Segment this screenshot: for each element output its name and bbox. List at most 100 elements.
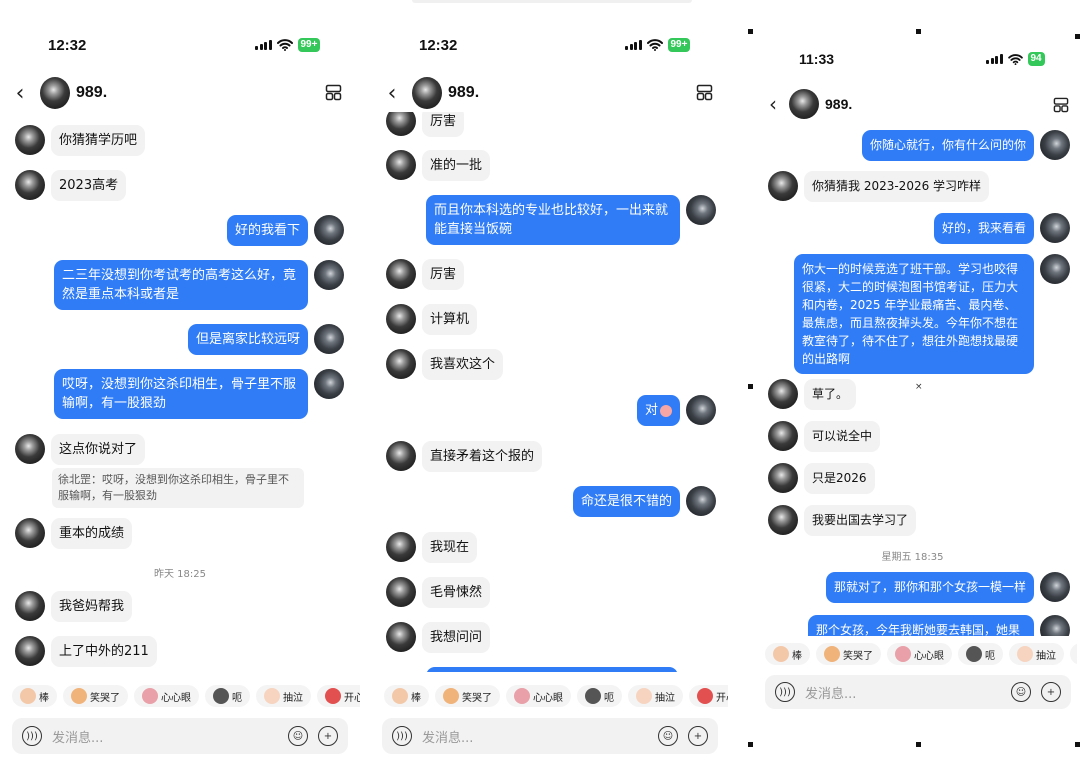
message-bubble[interactable]: 命还是很不错的 [572, 486, 680, 517]
quoted-reply[interactable]: 徐北罡：哎呀，没想到你这杀印相生，骨子里不服输啊，有一股狠劲 [52, 468, 304, 508]
layout-icon[interactable] [325, 84, 342, 101]
emoji-chip[interactable]: 呃 [205, 685, 250, 707]
emoji-chip[interactable]: 棒 [12, 685, 57, 707]
emoji-chip[interactable]: 呃 [577, 685, 622, 707]
message-bubble[interactable]: 二三年没想到你考试考的高考这么好，竟然是重点本科或者是 [54, 260, 308, 310]
avatar[interactable] [412, 77, 442, 109]
avatar[interactable] [386, 532, 416, 562]
avatar[interactable] [15, 518, 45, 548]
message-bubble[interactable]: 直接矛着这个报的 [422, 441, 543, 472]
plus-icon[interactable]: + [318, 726, 338, 746]
avatar[interactable] [15, 434, 45, 464]
emoji-chip[interactable]: 心心眼 [887, 643, 952, 665]
emoji-chip[interactable]: 呃 [958, 643, 1003, 665]
message-bubble[interactable]: 好的，我来看看 [933, 213, 1034, 244]
avatar[interactable] [1040, 615, 1070, 636]
avatar[interactable] [314, 215, 344, 245]
avatar[interactable] [386, 259, 416, 289]
smiley-icon[interactable]: ☺ [1011, 682, 1031, 702]
message-input[interactable]: 发消息... [805, 683, 1011, 702]
message-bubble[interactable]: 对 [636, 395, 680, 426]
message-bubble[interactable]: 我爸妈帮我 [51, 591, 133, 622]
avatar[interactable] [314, 324, 344, 354]
avatar[interactable] [314, 369, 344, 399]
message-bubble[interactable]: 只是2026 [804, 463, 875, 494]
emoji-chip[interactable]: 笑哭了 [435, 685, 500, 707]
emoji-chip[interactable]: 笑哭了 [816, 643, 881, 665]
avatar[interactable] [686, 486, 716, 516]
avatar[interactable] [15, 125, 45, 155]
layout-icon[interactable] [1053, 97, 1069, 113]
message-bubble[interactable]: 哎呀，没想到你这杀印相生，骨子里不服输啊，有一股狠劲 [54, 369, 308, 419]
chevron-left-icon[interactable]: ‹ [761, 92, 785, 116]
message-bubble[interactable]: 我想问问 [422, 622, 491, 653]
message-bubble[interactable]: 你随心就行，你有什么问的你 [861, 130, 1034, 161]
avatar[interactable] [15, 591, 45, 621]
message-bubble[interactable]: 计算机 [422, 304, 478, 335]
message-bubble[interactable]: 好的我看下 [226, 215, 308, 246]
smiley-icon[interactable]: ☺ [658, 726, 678, 746]
avatar[interactable] [686, 195, 716, 225]
message-bubble[interactable]: 草了。 [804, 379, 857, 410]
emoji-chip[interactable]: 开心 [317, 685, 360, 707]
avatar[interactable] [768, 463, 798, 493]
message-bubble[interactable]: 我要出国去学习了 [804, 505, 917, 536]
avatar[interactable] [386, 112, 416, 136]
message-bubble[interactable]: 那个女孩，今年我断她要去韩国，她果 [808, 615, 1034, 636]
avatar[interactable] [1040, 130, 1070, 160]
avatar[interactable] [386, 441, 416, 471]
avatar[interactable] [386, 349, 416, 379]
avatar[interactable] [1040, 572, 1070, 602]
message-bubble[interactable]: 毛骨悚然 [422, 577, 491, 608]
avatar[interactable] [768, 171, 798, 201]
message-bubble[interactable]: 我现在 [422, 532, 478, 563]
emoji-chip[interactable]: 笑哭了 [63, 685, 128, 707]
chevron-left-icon[interactable]: ‹ [380, 81, 404, 106]
message-bubble[interactable]: 那就对了，那你和那个女孩一模一样 [825, 572, 1034, 603]
chevron-left-icon[interactable]: ‹ [8, 81, 32, 106]
message-bubble[interactable]: 重本的成绩 [51, 518, 133, 549]
message-bubble[interactable]: 你猜猜我 2023-2026 学习咋样 [804, 171, 990, 202]
emoji-chip[interactable]: 抽泣 [1009, 643, 1064, 665]
message-bubble[interactable]: 你猜猜学历吧 [51, 125, 146, 156]
avatar[interactable] [386, 622, 416, 652]
avatar[interactable] [40, 77, 70, 109]
avatar[interactable] [768, 421, 798, 451]
message-bubble[interactable]: 你大一的时候竞选了班干部。学习也咬得很紧，大二的时候泡图书馆考证，压力大和内卷，… [794, 254, 1034, 374]
message-bubble[interactable]: 可以说全中 [804, 421, 881, 452]
avatar[interactable] [768, 379, 798, 409]
layout-icon[interactable] [696, 84, 713, 101]
voice-icon[interactable]: ))) [392, 726, 412, 746]
message-bubble[interactable]: 我喜欢这个 [422, 349, 504, 380]
smiley-icon[interactable]: ☺ [288, 726, 308, 746]
emoji-chip[interactable]: 心心眼 [506, 685, 571, 707]
plus-icon[interactable]: + [688, 726, 708, 746]
avatar[interactable] [789, 89, 819, 119]
avatar[interactable] [686, 395, 716, 425]
message-bubble[interactable]: 而且你本科选的专业也比较好，一出来就能直接当饭碗 [426, 195, 680, 245]
emoji-chip[interactable]: 抽泣 [628, 685, 683, 707]
message-bubble[interactable]: 2023高考 [51, 170, 127, 201]
message-bubble[interactable]: 准的一批 [422, 150, 491, 181]
message-bubble[interactable]: 但是离家比较远呀 [187, 324, 308, 355]
message-bubble[interactable]: 厉害 [422, 112, 465, 137]
emoji-chip[interactable]: 抽泣 [256, 685, 311, 707]
avatar[interactable] [314, 260, 344, 290]
plus-icon[interactable]: + [1041, 682, 1061, 702]
message-bubble[interactable]: 上了中外的211 [51, 636, 157, 667]
message-bubble[interactable]: 这点你说对了 [51, 434, 146, 465]
message-input[interactable]: 发消息... [422, 727, 658, 746]
avatar[interactable] [15, 170, 45, 200]
voice-icon[interactable]: ))) [775, 682, 795, 702]
avatar[interactable] [15, 636, 45, 666]
avatar[interactable] [1040, 213, 1070, 243]
voice-icon[interactable]: ))) [22, 726, 42, 746]
avatar[interactable] [386, 150, 416, 180]
emoji-chip[interactable] [1070, 643, 1077, 665]
avatar[interactable] [1040, 254, 1070, 284]
avatar[interactable] [768, 505, 798, 535]
emoji-chip[interactable]: 棒 [765, 643, 810, 665]
emoji-chip[interactable]: 棒 [384, 685, 429, 707]
avatar[interactable] [386, 577, 416, 607]
message-bubble[interactable]: 厉害 [422, 259, 465, 290]
